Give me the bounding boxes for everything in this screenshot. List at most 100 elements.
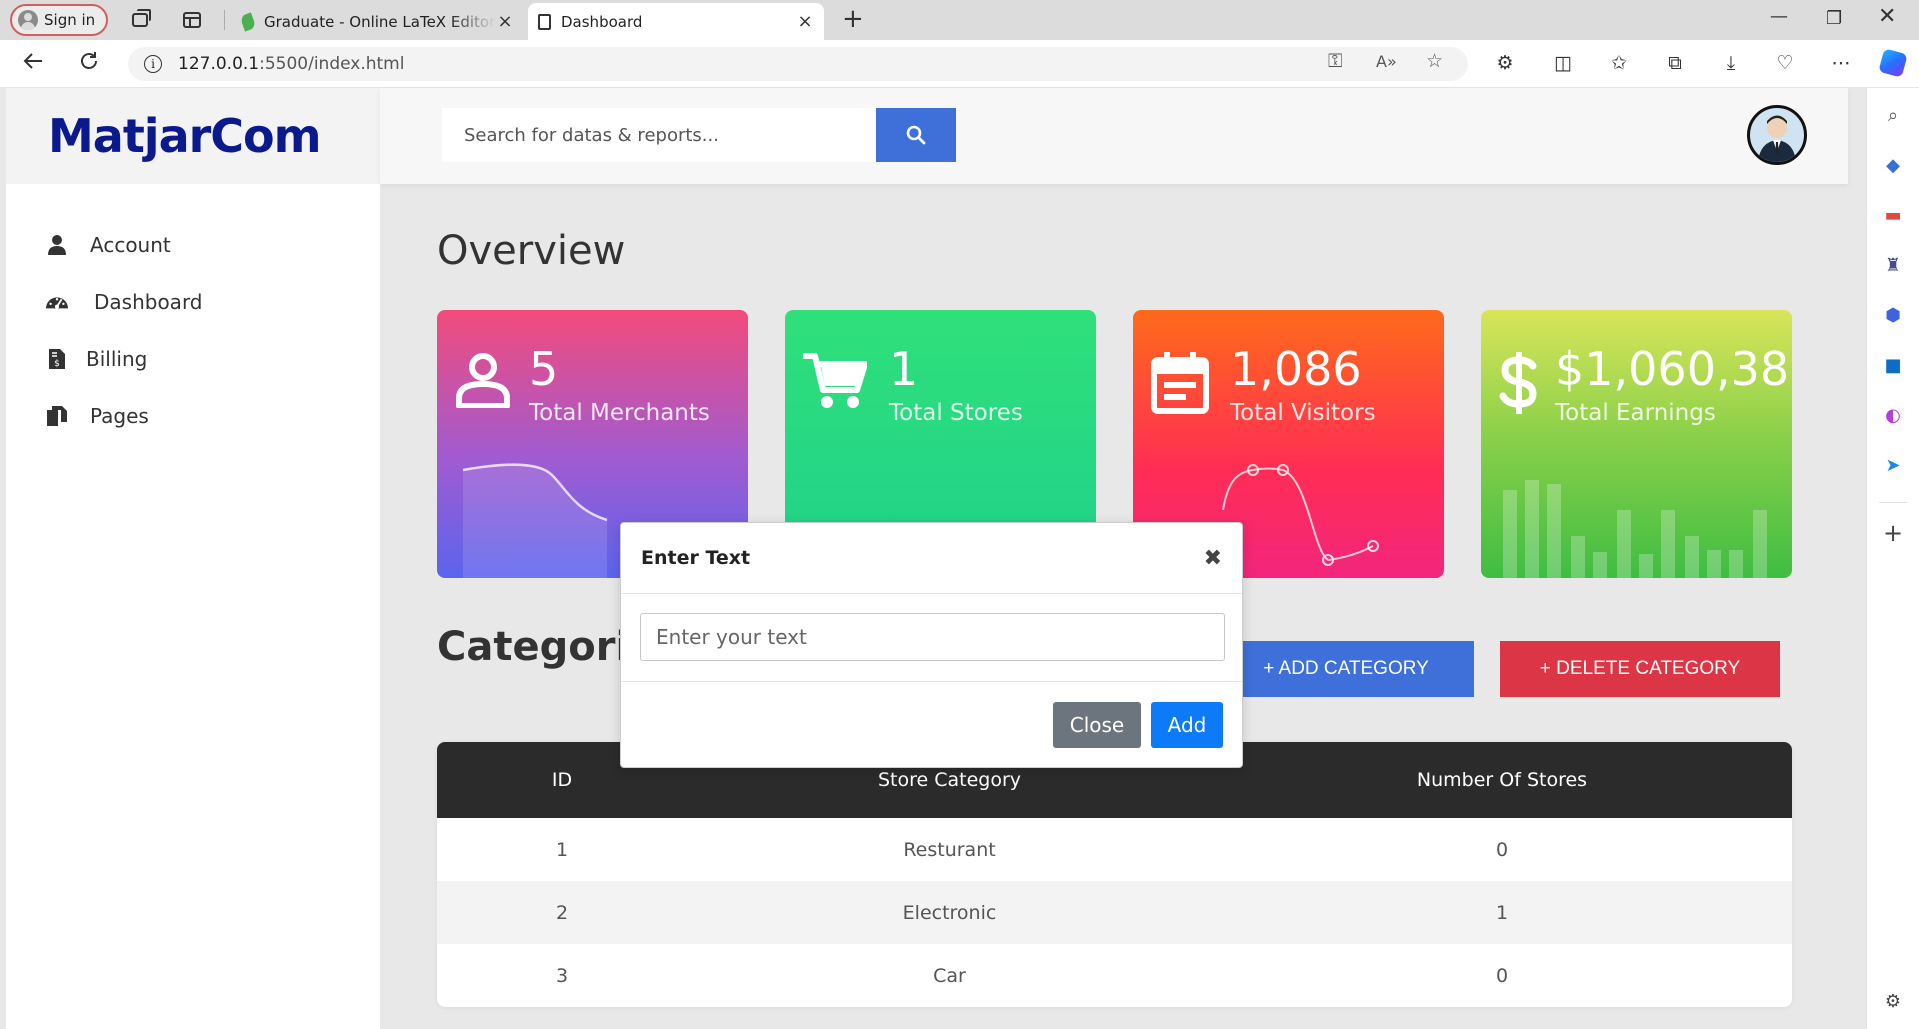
user-icon (455, 352, 511, 412)
key-icon[interactable]: ⚿ (1328, 50, 1342, 72)
search-button[interactable] (876, 108, 956, 162)
stat-label: Total Merchants (529, 400, 710, 426)
back-arrow-icon[interactable] (22, 50, 44, 78)
copy-icon (46, 405, 68, 427)
add-sidebar-app-icon[interactable]: + (1880, 519, 1906, 547)
stat-value: 1 (889, 342, 919, 396)
stat-label: Total Stores (889, 400, 1023, 426)
stat-card-earnings: $1,060,386 Total Earnings (1481, 310, 1792, 578)
dollar-icon (1499, 352, 1539, 418)
url-field[interactable]: i 127.0.0.1:5500/index.html (128, 47, 1468, 81)
tab-dashboard[interactable]: Dashboard × (528, 3, 824, 40)
designer-icon[interactable]: ◐ (1880, 402, 1906, 428)
table-cell: 3 (555, 964, 569, 987)
web-page: MatjarCom Account Dashboard (6, 88, 1848, 1029)
restore-icon[interactable]: ❐ (1826, 8, 1842, 29)
tab-overleaf[interactable]: Graduate - Online LaTeX Editor Overleaf … (232, 3, 524, 40)
table-cell: 1 (1495, 901, 1509, 924)
table-cell: 2 (555, 901, 569, 924)
sign-in-button[interactable]: Sign in (10, 4, 108, 36)
stat-value: $1,060,386 (1555, 342, 1792, 396)
sidebar-item-billing[interactable]: $ Billing (46, 339, 147, 379)
sidebar-item-account[interactable]: Account (46, 225, 171, 265)
modal-title: Enter Text (641, 547, 751, 569)
search-input[interactable] (442, 108, 876, 162)
browser-tab-bar: Sign in Graduate - Online LaTeX Editor O… (0, 0, 1919, 40)
send-icon[interactable]: ➤ (1880, 452, 1906, 478)
games-icon[interactable]: ♜ (1880, 252, 1906, 278)
avatar[interactable] (1747, 105, 1807, 165)
search-icon (906, 125, 926, 145)
favorite-star-icon[interactable]: ☆ (1426, 50, 1443, 72)
sidebar-nav: Account Dashboard $ Billing Pages (6, 184, 380, 1029)
sidebar-item-label: Dashboard (94, 290, 203, 314)
app-logo[interactable]: MatjarCom (48, 109, 322, 163)
table-cell: Resturant (903, 838, 996, 861)
read-aloud-icon[interactable]: A» (1376, 52, 1397, 71)
sidebar-item-label: Billing (86, 347, 148, 371)
tachometer-icon (46, 291, 68, 313)
stat-label: Total Visitors (1230, 400, 1376, 426)
site-info-icon[interactable]: i (144, 55, 162, 73)
favorites-icon[interactable]: ✩ (1606, 50, 1632, 76)
tab-actions-icon[interactable] (180, 8, 204, 32)
search-icon[interactable]: ⌕ (1880, 102, 1906, 128)
modal-body (621, 594, 1242, 682)
close-window-icon[interactable]: ✕ (1878, 4, 1896, 29)
url-host: 127.0.0.1 (178, 54, 260, 74)
invoice-icon: $ (46, 348, 68, 370)
sidebar-item-dashboard[interactable]: Dashboard (46, 282, 203, 322)
close-tab-icon[interactable]: × (496, 11, 514, 32)
stat-label: Total Earnings (1555, 400, 1716, 426)
extensions-icon[interactable]: ⚙ (1492, 50, 1518, 76)
table-row[interactable]: 1 Resturant 0 (437, 818, 1792, 881)
add-category-button[interactable]: + ADD CATEGORY (1218, 641, 1474, 697)
outlook-icon[interactable]: ■ (1880, 352, 1906, 378)
column-header[interactable]: Number Of Stores (1212, 769, 1792, 791)
table-cell: 0 (1495, 964, 1509, 987)
edge-sidebar: ⌕ ◆ ▬ ♜ ⬢ ■ ◐ ➤ + ⚙ (1866, 88, 1919, 1029)
tools-briefcase-icon[interactable]: ▬ (1880, 202, 1906, 228)
table-row[interactable]: 2 Electronic 1 (437, 881, 1792, 944)
column-header[interactable]: Store Category (687, 769, 1212, 791)
table-row[interactable]: 3 Car 0 (437, 944, 1792, 1007)
tab-divider (224, 10, 225, 30)
calendar-icon (1151, 352, 1209, 418)
browser-essentials-icon[interactable]: ♡ (1772, 50, 1798, 76)
column-header[interactable]: ID (437, 769, 687, 791)
close-tab-icon[interactable]: × (796, 11, 814, 32)
categories-table: ID Store Category Number Of Stores 1 Res… (437, 742, 1792, 1007)
add-button[interactable]: Add (1151, 702, 1223, 748)
stat-value: 1,086 (1230, 342, 1362, 396)
sidebar-item-pages[interactable]: Pages (46, 396, 149, 436)
refresh-icon[interactable] (78, 50, 100, 78)
table-cell: 1 (555, 838, 569, 861)
copilot-icon[interactable] (1878, 48, 1908, 78)
sidebar-item-label: Pages (90, 404, 149, 428)
user-avatar-icon (1758, 115, 1796, 162)
workspaces-icon[interactable] (128, 8, 152, 32)
more-options-icon[interactable]: ⋯ (1828, 50, 1854, 76)
table-cell: Electronic (902, 901, 997, 924)
new-tab-icon[interactable]: + (842, 6, 864, 32)
modal-header: Enter Text ✖ (621, 523, 1242, 594)
collections-icon[interactable]: ⧉ (1662, 50, 1688, 76)
split-screen-icon[interactable]: ◫ (1550, 50, 1576, 76)
tab-title: Graduate - Online LaTeX Editor Overleaf (264, 12, 496, 31)
sign-in-label: Sign in (44, 11, 96, 29)
close-button[interactable]: Close (1053, 702, 1141, 748)
sidebar-settings-gear-icon[interactable]: ⚙ (1880, 988, 1906, 1014)
profile-icon (18, 10, 38, 30)
url-path: :5500/index.html (259, 54, 405, 74)
shopping-tag-icon[interactable]: ◆ (1880, 152, 1906, 178)
microsoft-365-icon[interactable]: ⬢ (1880, 302, 1906, 328)
downloads-icon[interactable]: ⤓ (1718, 50, 1744, 76)
sidebar-item-label: Account (90, 233, 171, 257)
minimize-icon[interactable]: — (1770, 6, 1788, 27)
cart-icon (803, 352, 868, 414)
close-icon[interactable]: ✖ (1204, 546, 1222, 571)
text-input[interactable] (640, 613, 1225, 661)
delete-category-button[interactable]: + DELETE CATEGORY (1500, 641, 1780, 697)
svg-text:$: $ (54, 359, 60, 369)
table-cell: 0 (1495, 838, 1509, 861)
